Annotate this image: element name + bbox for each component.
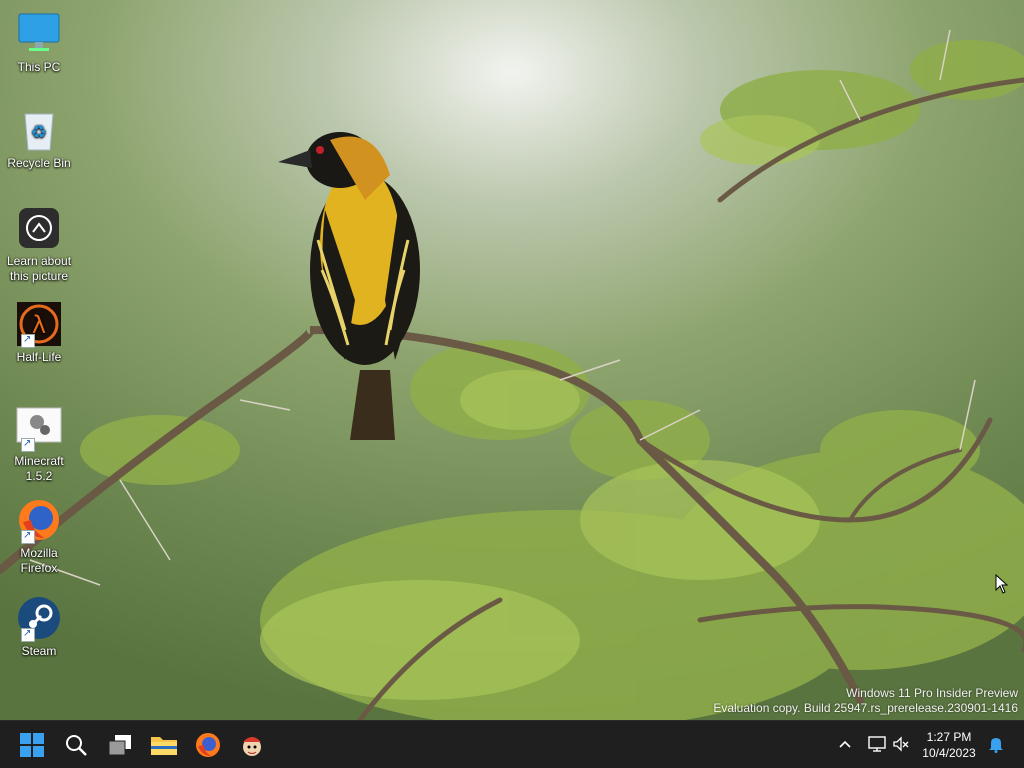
shortcut-arrow-icon xyxy=(21,528,35,544)
clock-date: 10/4/2023 xyxy=(922,746,976,760)
bell-icon xyxy=(989,738,1003,753)
firefox-icon xyxy=(15,496,63,544)
svg-text:♻: ♻ xyxy=(31,122,47,143)
desktop-icon-label: Minecraft 1.5.2 xyxy=(14,454,64,483)
folder-icon xyxy=(151,737,177,755)
shortcut-arrow-icon xyxy=(21,332,35,348)
taskbar-clock[interactable]: 1:27 PM 10/4/2023 xyxy=(914,729,984,761)
clock-time: 1:27 PM xyxy=(926,730,972,744)
search-button[interactable] xyxy=(58,727,94,763)
watermark-edition: Windows 11 Pro Insider Preview xyxy=(846,686,1018,700)
windows-logo-icon xyxy=(20,733,44,757)
desktop-icon-steam[interactable]: Steam xyxy=(4,594,74,659)
network-icon xyxy=(868,736,886,752)
firefox-icon xyxy=(196,733,220,757)
file-explorer-button[interactable] xyxy=(146,727,182,763)
desktop-icon-half-life[interactable]: λ Half-Life xyxy=(4,300,74,365)
desktop-icon-firefox[interactable]: Mozilla Firefox xyxy=(4,496,74,576)
watermark-build: Evaluation copy. Build 25947.rs_prerelea… xyxy=(713,701,1018,715)
desktop-icon-label: Recycle Bin xyxy=(7,156,71,170)
taskbar: 1:27 PM 10/4/2023 xyxy=(0,720,1024,768)
desktop-icon-label: This PC xyxy=(17,60,61,74)
shortcut-arrow-icon xyxy=(21,436,35,452)
desktop-icon-minecraft[interactable]: Minecraft 1.5.2 xyxy=(4,404,74,484)
task-view-button[interactable] xyxy=(102,727,138,763)
network-button[interactable] xyxy=(866,733,888,755)
windows-watermark: Windows 11 Pro Insider Preview Evaluatio… xyxy=(713,686,1018,716)
search-icon xyxy=(66,735,87,756)
task-view-icon xyxy=(108,735,131,756)
minecraft-icon xyxy=(15,404,63,452)
start-button[interactable] xyxy=(14,727,50,763)
shortcut-arrow-icon xyxy=(21,626,35,642)
app-taskbar-button[interactable] xyxy=(234,727,270,763)
show-hidden-icons-button[interactable] xyxy=(834,733,856,755)
half-life-icon: λ xyxy=(15,300,63,348)
desktop-icon-learn-about-picture[interactable]: Learn about this picture xyxy=(4,204,74,284)
recycle-bin-icon: ♻ xyxy=(15,106,63,154)
firefox-taskbar-button[interactable] xyxy=(190,727,226,763)
this-pc-icon xyxy=(15,10,63,58)
mouse-cursor-icon xyxy=(995,574,1009,594)
desktop-icon-label: Mozilla Firefox xyxy=(20,546,58,575)
desktop-icon-label: Steam xyxy=(21,644,57,658)
chevron-up-icon xyxy=(839,740,851,748)
desktop-icon-label: Half-Life xyxy=(16,350,62,364)
notifications-button[interactable] xyxy=(985,733,1007,755)
volume-button[interactable] xyxy=(890,733,912,755)
desktop-wallpaper xyxy=(0,0,1024,720)
steam-icon xyxy=(15,594,63,642)
desktop-icon-this-pc[interactable]: This PC xyxy=(4,10,74,75)
desktop-icon-label: Learn about this picture xyxy=(6,254,72,283)
learn-about-picture-icon xyxy=(15,204,63,252)
desktop-icon-recycle-bin[interactable]: ♻ Recycle Bin xyxy=(4,106,74,171)
volume-muted-icon xyxy=(893,736,909,752)
cartoon-app-icon xyxy=(243,737,261,756)
